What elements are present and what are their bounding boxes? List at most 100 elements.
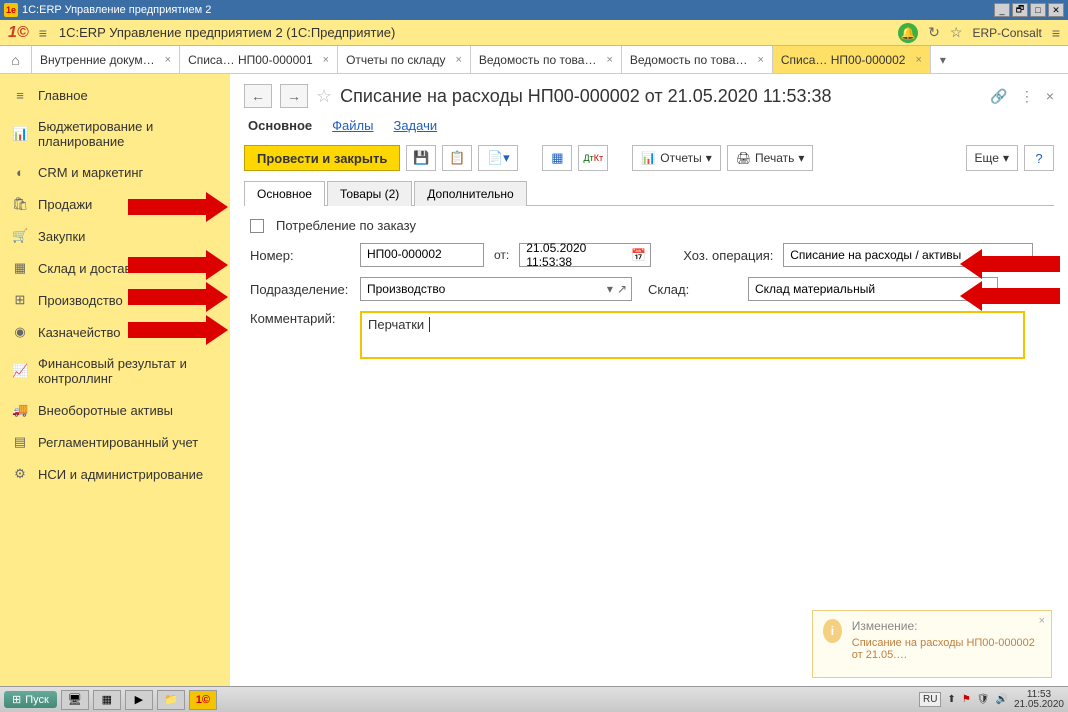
close-doc-icon[interactable]: ×: [1046, 88, 1054, 105]
by-order-checkbox[interactable]: [250, 219, 264, 233]
tab-0[interactable]: Внутренние докум…×: [32, 46, 180, 73]
operation-label: Хоз. операция:: [683, 248, 777, 263]
tray-icon[interactable]: ⬆: [947, 694, 955, 705]
post-close-button[interactable]: Провести и закрыть: [244, 145, 400, 171]
sidebar-item-admin[interactable]: ⚙НСИ и администрирование: [0, 458, 230, 490]
language-indicator[interactable]: RU: [919, 692, 941, 707]
sidebar-item-purchases[interactable]: 🛒Закупки: [0, 220, 230, 252]
sidebar-item-sales[interactable]: 🛍Продажи: [0, 188, 230, 220]
favorite-icon[interactable]: ☆: [950, 24, 963, 41]
calendar-icon[interactable]: 📅: [631, 248, 646, 262]
help-button[interactable]: ?: [1024, 145, 1054, 171]
dt-kt-button[interactable]: ДтКт: [578, 145, 608, 171]
sidebar-item-regulated[interactable]: ▤Регламентированный учет: [0, 426, 230, 458]
forward-button[interactable]: →: [280, 84, 308, 108]
app-title: 1C:ERP Управление предприятием 2 (1С:Пре…: [59, 25, 395, 40]
toast-body[interactable]: Списание на расходы НП00-000002 от 21.05…: [852, 637, 1041, 661]
sidebar-item-budget[interactable]: 📊Бюджетирование и планирование: [0, 111, 230, 157]
tab-5[interactable]: Списа… НП00-000002×: [773, 46, 931, 73]
create-based-button[interactable]: 📄▾: [478, 145, 518, 171]
info-icon: i: [823, 619, 842, 643]
tab-1[interactable]: Списа… НП00-000001×: [180, 46, 338, 73]
taskbar-item[interactable]: 1©: [189, 690, 217, 710]
history-icon[interactable]: ↻: [928, 24, 940, 41]
number-input[interactable]: НП00-000002: [360, 243, 484, 267]
inner-tabs: Основное Товары (2) Дополнительно: [244, 181, 1054, 206]
taskbar-item[interactable]: 📁: [157, 690, 185, 710]
link-icon[interactable]: 🔗: [990, 88, 1007, 105]
chevron-down-icon[interactable]: ▾: [607, 282, 613, 296]
tabs-row: ⌂ Внутренние докум…× Списа… НП00-000001×…: [0, 46, 1068, 74]
from-label: от:: [494, 248, 509, 262]
tab-3[interactable]: Ведомость по това…×: [471, 46, 622, 73]
start-button[interactable]: ⊞Пуск: [4, 691, 57, 708]
clock[interactable]: 11:53 21.05.2020: [1014, 690, 1064, 710]
structure-button[interactable]: ▦: [542, 145, 572, 171]
settings-icon[interactable]: ≡: [1052, 25, 1060, 41]
minimize-button[interactable]: _: [994, 3, 1010, 17]
user-label[interactable]: ERP-Consalt: [972, 26, 1041, 40]
print-button[interactable]: 🖨Печать▾: [727, 145, 814, 171]
sidebar-item-production[interactable]: ⊞Производство: [0, 284, 230, 316]
save-button[interactable]: 💾: [406, 145, 436, 171]
toolbar: Провести и закрыть 💾 📋 📄▾ ▦ ДтКт 📊Отчеты…: [244, 145, 1054, 171]
comment-input[interactable]: Перчатки: [360, 311, 1025, 359]
subtab-files[interactable]: Файлы: [332, 118, 373, 133]
doc-icon: ▤: [12, 434, 28, 450]
reports-button[interactable]: 📊Отчеты▾: [632, 145, 720, 171]
tray-icon[interactable]: 🛡: [977, 694, 990, 705]
close-icon[interactable]: ×: [757, 54, 763, 66]
document-title: Списание на расходы НП00-000002 от 21.05…: [340, 86, 982, 107]
toast-close-icon[interactable]: ×: [1039, 615, 1045, 627]
operation-select[interactable]: Списание на расходы / активы: [783, 243, 1033, 267]
maximize-button[interactable]: □: [1030, 3, 1046, 17]
window-title: 1C:ERP Управление предприятием 2: [22, 4, 211, 16]
inner-tab-goods[interactable]: Товары (2): [327, 181, 412, 206]
logo-icon: 1©: [8, 24, 29, 42]
notifications-icon[interactable]: 🔔: [898, 23, 918, 43]
more-button[interactable]: Еще▾: [966, 145, 1018, 171]
more-icon[interactable]: ⋮: [1020, 88, 1034, 105]
subtab-main[interactable]: Основное: [248, 118, 312, 133]
sub-tabs: Основное Файлы Задачи: [244, 118, 1054, 133]
close-icon[interactable]: ×: [606, 54, 612, 66]
inner-tab-extra[interactable]: Дополнительно: [414, 181, 526, 206]
toast-title: Изменение:: [852, 619, 1041, 633]
sidebar: ≡Главное 📊Бюджетирование и планирование …: [0, 74, 230, 686]
subtab-tasks[interactable]: Задачи: [393, 118, 437, 133]
date-input[interactable]: 21.05.2020 11:53:38📅: [519, 243, 651, 267]
taskbar-item[interactable]: ▦: [93, 690, 121, 710]
sidebar-item-main[interactable]: ≡Главное: [0, 80, 230, 111]
post-button[interactable]: 📋: [442, 145, 472, 171]
inner-tab-main[interactable]: Основное: [244, 181, 325, 206]
restore-button[interactable]: 🗗: [1012, 3, 1028, 17]
taskbar: ⊞Пуск 🖥 ▦ ▶ 📁 1© RU ⬆ ⚑ 🛡 🔊 11:53 21.05.…: [0, 686, 1068, 712]
close-button[interactable]: ✕: [1048, 3, 1064, 17]
tray-icon[interactable]: ⚑: [962, 694, 971, 705]
tabs-dropdown[interactable]: ▾: [931, 46, 955, 73]
sidebar-item-treasury[interactable]: ◉Казначейство: [0, 316, 230, 348]
back-button[interactable]: ←: [244, 84, 272, 108]
pie-icon: ◐: [12, 165, 28, 180]
sidebar-item-finance[interactable]: 📈Финансовый результат и контроллинг: [0, 348, 230, 394]
taskbar-item[interactable]: ▶: [125, 690, 153, 710]
menu-icon[interactable]: ≡: [39, 25, 47, 41]
tray-icon[interactable]: 🔊: [995, 694, 1007, 705]
tab-4[interactable]: Ведомость по това…×: [622, 46, 773, 73]
department-select[interactable]: Производство▾↗: [360, 277, 632, 301]
sidebar-item-assets[interactable]: 🚚Внеоборотные активы: [0, 394, 230, 426]
tab-2[interactable]: Отчеты по складу×: [338, 46, 471, 73]
close-icon[interactable]: ×: [165, 54, 171, 66]
home-tab[interactable]: ⌂: [0, 46, 32, 73]
taskbar-item[interactable]: 🖥: [61, 690, 89, 710]
window-titlebar: 1e 1C:ERP Управление предприятием 2 _ 🗗 …: [0, 0, 1068, 20]
wallet-icon: ◉: [12, 324, 28, 340]
close-icon[interactable]: ×: [455, 54, 461, 66]
close-icon[interactable]: ×: [915, 54, 921, 66]
warehouse-select[interactable]: Склад материальный: [748, 277, 998, 301]
star-icon[interactable]: ☆: [316, 86, 332, 107]
sidebar-item-crm[interactable]: ◐CRM и маркетинг: [0, 157, 230, 188]
open-icon[interactable]: ↗: [617, 282, 627, 296]
close-icon[interactable]: ×: [323, 54, 329, 66]
sidebar-item-warehouse[interactable]: ▦Склад и доставка: [0, 252, 230, 284]
